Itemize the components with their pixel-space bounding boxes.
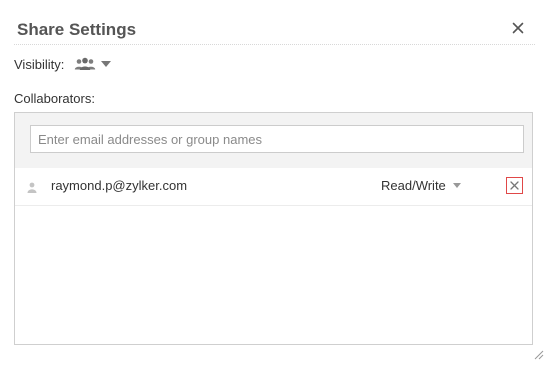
- close-icon: [512, 22, 524, 34]
- collaborator-email: raymond.p@zylker.com: [51, 178, 188, 193]
- collaborators-panel: raymond.p@zylker.com Read/Write: [14, 112, 533, 345]
- resize-handle-icon[interactable]: [532, 348, 544, 360]
- close-button[interactable]: [509, 19, 527, 37]
- chevron-down-icon: [101, 61, 112, 67]
- collaborators-label: Collaborators:: [14, 91, 95, 106]
- permission-dropdown[interactable]: Read/Write: [381, 178, 461, 193]
- visibility-dropdown[interactable]: [74, 57, 112, 71]
- permission-value: Read/Write: [381, 178, 446, 193]
- share-settings-dialog: Share Settings Visibility: Collaborators…: [0, 0, 549, 365]
- dialog-header: Share Settings: [14, 18, 535, 45]
- group-icon: [75, 57, 96, 70]
- dialog-title: Share Settings: [17, 20, 137, 39]
- collaborator-input-area: [15, 113, 532, 168]
- remove-icon: [510, 181, 519, 190]
- remove-collaborator-button[interactable]: [506, 177, 523, 194]
- user-icon: [27, 182, 37, 193]
- collaborator-row: raymond.p@zylker.com Read/Write: [15, 168, 532, 206]
- chevron-down-icon: [452, 183, 461, 188]
- visibility-row: Visibility:: [14, 55, 112, 73]
- visibility-label: Visibility:: [14, 56, 65, 72]
- collaborator-email-input[interactable]: [30, 125, 524, 153]
